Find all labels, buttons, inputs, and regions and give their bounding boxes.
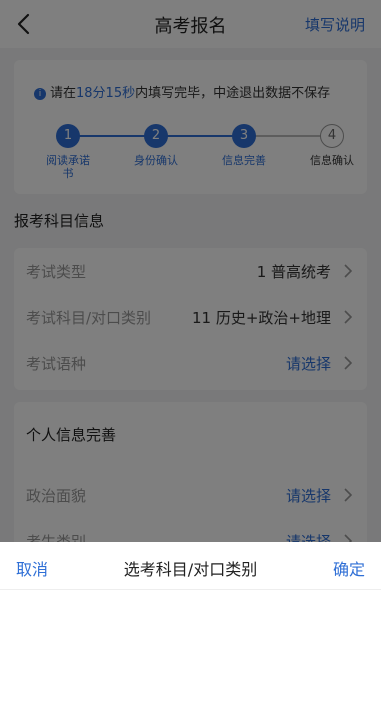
modal-overlay[interactable]: [0, 0, 381, 542]
confirm-button[interactable]: 确定: [333, 556, 365, 580]
picker-sheet: 取消 选考科目/对口类别 确定: [0, 542, 381, 720]
picker-header: 取消 选考科目/对口类别 确定: [0, 542, 381, 590]
picker-title: 选考科目/对口类别: [123, 560, 258, 579]
